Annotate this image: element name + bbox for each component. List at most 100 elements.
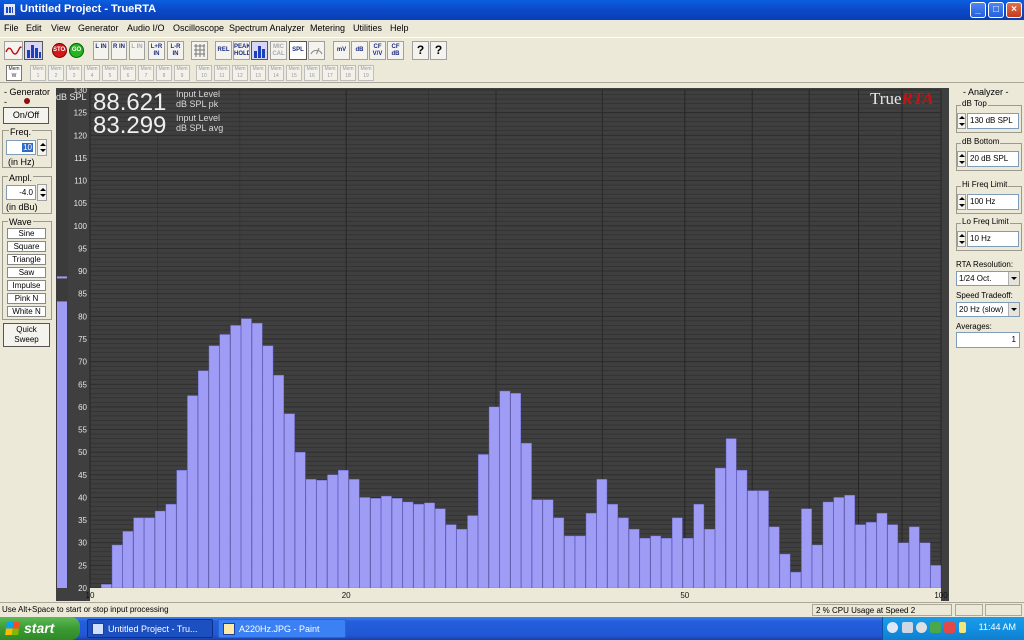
spectrum-bar — [122, 531, 134, 589]
mem-12-button[interactable]: Mem 12 — [232, 65, 248, 81]
start-label: start — [24, 620, 55, 636]
mem-17-button[interactable]: Mem 17 — [322, 65, 338, 81]
bars-button[interactable] — [251, 41, 268, 60]
mem-16-button[interactable]: Mem 16 — [304, 65, 320, 81]
peak-hold-button[interactable]: PEAK HOLD — [233, 41, 250, 60]
wave-white-noise-button[interactable]: White N — [7, 306, 46, 317]
averages-input[interactable]: 1 — [956, 332, 1020, 348]
spl-label: SPL — [292, 47, 304, 53]
mem-8-button[interactable]: Mem 8 — [156, 65, 172, 81]
spectrum-bar — [294, 451, 306, 589]
context-help-icon[interactable]: ? — [430, 41, 447, 60]
l-in-button[interactable]: L IN — [93, 41, 109, 60]
mem-3-button[interactable]: Mem 3 — [66, 65, 82, 81]
avg-label-line-2: dB SPL avg — [176, 123, 224, 133]
waveform-icon[interactable] — [4, 41, 23, 60]
speed-tradeoff-select[interactable]: 20 Hz (slow) — [956, 302, 1020, 317]
menu-file[interactable]: File — [4, 23, 19, 33]
cf-db-button[interactable]: CF dB — [387, 41, 404, 60]
minimize-button[interactable]: _ — [970, 2, 986, 18]
spectrum-icon[interactable] — [24, 41, 43, 60]
security-icon[interactable] — [930, 622, 941, 633]
help-icon[interactable]: ? — [412, 41, 429, 60]
shield-icon[interactable] — [944, 622, 955, 633]
wave-impulse-button[interactable]: Impulse — [7, 280, 46, 291]
menu-spectrum-analyzer[interactable]: Spectrum Analyzer — [229, 23, 305, 33]
menu-metering[interactable]: Metering — [310, 23, 345, 33]
mem-15-button[interactable]: Mem 15 — [286, 65, 302, 81]
mem-9-button[interactable]: Mem 9 — [174, 65, 190, 81]
hi-freq-input[interactable]: 100 Hz — [967, 194, 1019, 210]
rta-resolution-select[interactable]: 1/24 Oct. — [956, 271, 1020, 286]
db-top-input[interactable]: 130 dB SPL — [967, 113, 1019, 129]
mem-5-button[interactable]: Mem 5 — [102, 65, 118, 81]
close-button[interactable]: × — [1006, 2, 1022, 18]
maximize-button[interactable]: □ — [988, 2, 1004, 18]
spl-button[interactable]: SPL — [289, 41, 307, 60]
grid-button[interactable] — [191, 41, 208, 60]
tray-back-icon[interactable] — [887, 622, 898, 633]
stop-button[interactable]: STOP — [52, 43, 67, 58]
go-button[interactable]: GO — [69, 43, 84, 58]
quick-sweep-button[interactable]: Quick Sweep — [3, 323, 50, 347]
spectrum-bar — [435, 508, 446, 589]
menu-edit[interactable]: Edit — [26, 23, 42, 33]
hi-freq-spinner[interactable] — [957, 194, 966, 210]
r-in-button[interactable]: R IN — [111, 41, 127, 60]
l-plus-r-in-button[interactable]: L+R IN — [148, 41, 165, 60]
db-button[interactable]: dB — [351, 41, 368, 60]
spectrum-bar — [844, 494, 855, 589]
l-minus-r-in-button[interactable]: L-R IN — [167, 41, 184, 60]
rel-label: REL — [217, 47, 230, 53]
menu-audio-io[interactable]: Audio I/O — [127, 23, 165, 33]
wave-sine-button[interactable]: Sine — [7, 228, 46, 239]
ampl-spinner[interactable] — [37, 184, 47, 201]
freq-spinner[interactable] — [37, 139, 47, 156]
ampl-input[interactable]: -4.0 — [6, 185, 36, 200]
battery-icon[interactable] — [959, 622, 966, 633]
mem-7-button[interactable]: Mem 7 — [138, 65, 154, 81]
mem-18-button[interactable]: Mem 18 — [340, 65, 356, 81]
menu-view[interactable]: View — [51, 23, 70, 33]
mem-2-button[interactable]: Mem 2 — [48, 65, 64, 81]
wave-saw-button[interactable]: Saw — [7, 267, 46, 278]
mv-button[interactable]: mV — [333, 41, 350, 60]
mem-w-button[interactable]: Mem W — [6, 65, 22, 81]
mem-10-button[interactable]: Mem 10 — [196, 65, 212, 81]
mem-11-button[interactable]: Mem 11 — [214, 65, 230, 81]
mem-6-button[interactable]: Mem 6 — [120, 65, 136, 81]
task-paint[interactable]: A220Hz.JPG - Paint — [218, 619, 346, 638]
wave-pink-noise-button[interactable]: Pink N — [7, 293, 46, 304]
network-icon[interactable] — [902, 622, 913, 633]
mem-14-button[interactable]: Mem 14 — [268, 65, 284, 81]
db-top-spinner[interactable] — [957, 113, 966, 129]
mem-13-button[interactable]: Mem 13 — [250, 65, 266, 81]
l-in-disabled-label: L IN — [131, 44, 143, 50]
mic-cal-button[interactable]: MIC CAL — [270, 41, 287, 60]
db-bottom-label: dB Bottom — [961, 137, 1001, 146]
wave-square-button[interactable]: Square — [7, 241, 46, 252]
cf-v-button[interactable]: CF V/V — [369, 41, 386, 60]
freq-input[interactable]: 10 — [6, 140, 36, 155]
ampl-label: Ampl. — [8, 173, 34, 183]
l-in-disabled-button[interactable]: L IN — [129, 41, 145, 60]
menu-utilities[interactable]: Utilities — [353, 23, 382, 33]
task-truerta[interactable]: Untitled Project - Tru... — [87, 619, 213, 638]
rel-button[interactable]: REL — [215, 41, 232, 60]
lo-freq-input[interactable]: 10 Hz — [967, 231, 1019, 247]
spectrum-bar — [564, 535, 575, 589]
menu-oscilloscope[interactable]: Oscilloscope — [173, 23, 224, 33]
mem-1-button[interactable]: Mem 1 — [30, 65, 46, 81]
db-bottom-spinner[interactable] — [957, 151, 966, 167]
menu-help[interactable]: Help — [390, 23, 409, 33]
on-off-button[interactable]: On/Off — [3, 107, 49, 124]
mem-19-button[interactable]: Mem 19 — [358, 65, 374, 81]
volume-icon[interactable] — [916, 622, 927, 633]
wave-triangle-button[interactable]: Triangle — [7, 254, 46, 265]
mem-4-button[interactable]: Mem 4 — [84, 65, 100, 81]
meter-icon[interactable] — [308, 41, 325, 60]
menu-generator[interactable]: Generator — [78, 23, 119, 33]
start-button[interactable]: start — [0, 617, 80, 640]
db-bottom-input[interactable]: 20 dB SPL — [967, 151, 1019, 167]
lo-freq-spinner[interactable] — [957, 231, 966, 247]
